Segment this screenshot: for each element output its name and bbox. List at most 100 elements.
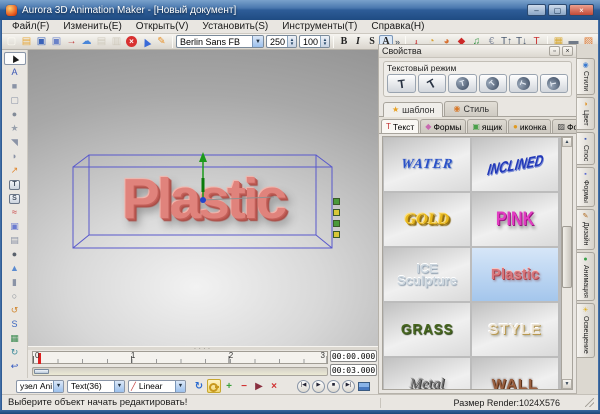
edit-pencil-button[interactable]: ✎ <box>154 35 169 49</box>
template-style[interactable]: STYLE <box>472 303 558 356</box>
selection-handle[interactable] <box>333 231 340 238</box>
object-select[interactable]: Text(36)▼ <box>67 380 125 393</box>
menubar-item-1[interactable]: Изменить(E) <box>56 21 128 32</box>
panel-close-button[interactable]: × <box>562 46 573 56</box>
timeline-scrollbar-thumb[interactable] <box>34 369 49 374</box>
text-mode-2-button[interactable]: T <box>418 74 447 93</box>
spinner-arrows-icon[interactable]: ▲ ▼ <box>320 36 329 47</box>
minimize-button[interactable]: – <box>527 4 546 16</box>
side-tab-design[interactable]: ✎Дизайн <box>577 209 595 250</box>
selection-handle[interactable] <box>333 198 340 205</box>
scrollbar-thumb[interactable] <box>562 226 572 288</box>
template-gold[interactable]: GOLD <box>384 193 470 246</box>
arrow-tool-button[interactable]: ↗ <box>4 164 26 177</box>
menubar-item-2[interactable]: Открыть(V) <box>129 21 196 32</box>
cube-tool-button[interactable]: ▣ <box>4 220 26 233</box>
rect-tool-button[interactable]: ■ <box>4 80 26 93</box>
undo-tool-button[interactable]: ↩ <box>4 360 26 373</box>
spinner-down-icon[interactable]: ▼ <box>323 42 327 46</box>
s-shape-tool-button[interactable]: S <box>4 318 26 331</box>
pie-tool-button[interactable]: ◗ <box>4 150 26 163</box>
template-ice[interactable]: ICE Sculpture <box>384 248 470 301</box>
bold-button[interactable]: B <box>337 35 351 48</box>
timeline-scrollbar[interactable] <box>32 367 328 376</box>
interpolation-select[interactable]: ╱Linear▼ <box>128 380 186 393</box>
viewport-canvas[interactable]: Plastic <box>28 50 378 346</box>
cone-tool-button[interactable]: ▲ <box>4 262 26 275</box>
scroll-down-icon[interactable]: ▼ <box>562 379 572 389</box>
selection-handle[interactable] <box>333 220 340 227</box>
new-document-button[interactable]: ▢ <box>4 35 19 49</box>
delete-button[interactable]: × <box>124 35 139 49</box>
first-frame-button[interactable]: |◀ <box>297 380 310 393</box>
export-button[interactable]: → <box>64 35 79 49</box>
spiral-tool-button[interactable]: ↺ <box>4 304 26 317</box>
tab-text[interactable]: TТекст <box>381 119 419 133</box>
side-tab-color[interactable]: ◑Цвет <box>577 97 595 130</box>
menubar-item-5[interactable]: Справка(H) <box>364 21 431 32</box>
side-tab-styles[interactable]: ◉Стили <box>577 58 595 95</box>
key-button[interactable] <box>207 379 221 393</box>
share-cloud-button[interactable]: ☁ <box>79 35 94 49</box>
keyframe-flag-button[interactable]: ▶ <box>252 379 266 393</box>
prism-tool-button[interactable]: ▮ <box>4 276 26 289</box>
tab-shapes[interactable]: ◆Формы <box>420 119 466 133</box>
render-image-button[interactable] <box>357 379 371 393</box>
freehand-tool-button[interactable]: ≈ <box>4 206 26 219</box>
image-tool-button[interactable]: ▦ <box>4 332 26 345</box>
side-tab-bevel[interactable]: ▪Спос <box>577 132 595 165</box>
tab-template[interactable]: ★шаблон <box>383 102 443 117</box>
tab-background[interactable]: ▨Фон <box>552 119 576 133</box>
last-frame-button[interactable]: ▶| <box>342 380 355 393</box>
delete-anim-button[interactable]: × <box>267 379 281 393</box>
open-button[interactable]: ▤ <box>19 35 34 49</box>
spinner-down-icon[interactable]: ▼ <box>290 42 294 46</box>
polygon-tool-button[interactable]: ◥ <box>4 136 26 149</box>
panel-float-button[interactable]: ▫ <box>549 46 560 56</box>
timeline-ruler[interactable]: 0123 <box>32 351 328 364</box>
selection-handle[interactable] <box>333 209 340 216</box>
scrollbar-track[interactable] <box>562 147 572 379</box>
template-grass[interactable]: GRASS <box>384 303 470 356</box>
side-tab-shapes[interactable]: ▪Формы <box>577 167 595 207</box>
side-tab-animation[interactable]: ●Анимация <box>577 252 595 302</box>
scroll-up-icon[interactable]: ▲ <box>562 137 572 147</box>
tab-style[interactable]: ◉Стиль <box>444 101 498 116</box>
dropdown-arrow-icon[interactable]: ▼ <box>252 36 263 47</box>
play-button[interactable]: ▶ <box>312 380 325 393</box>
depth-stepper[interactable]: 100 ▲ ▼ <box>299 35 330 48</box>
font-select[interactable]: Berlin Sans FB ▼ <box>176 35 264 48</box>
template-wall[interactable]: WALL <box>472 358 558 389</box>
text-mode-1-button[interactable]: T <box>387 74 416 93</box>
pointer-button[interactable]: ▶ <box>139 35 154 49</box>
node-select[interactable]: узел Ani▼ <box>16 380 64 393</box>
text-mode-5-button[interactable]: T <box>509 74 538 93</box>
sphere-tool-button[interactable]: ● <box>4 248 26 261</box>
text-mode-4-button[interactable]: T <box>479 74 508 93</box>
templates-scrollbar[interactable]: ▲ ▼ <box>561 137 572 389</box>
template-metal[interactable]: Metal <box>384 358 470 389</box>
tab-icon[interactable]: ●иконка <box>508 119 551 133</box>
rounded-rect-tool-button[interactable]: ▢ <box>4 94 26 107</box>
refresh-anim-button[interactable]: ↻ <box>192 379 206 393</box>
font-size-stepper[interactable]: 250 ▲ ▼ <box>266 35 297 48</box>
template-plastic[interactable]: Plastic <box>472 248 558 301</box>
tab-box[interactable]: ▣ящик <box>467 119 507 133</box>
template-water[interactable]: WATER <box>384 138 470 191</box>
text-mode-6-button[interactable]: T <box>540 74 569 93</box>
side-tab-lighting[interactable]: ☀Освещение <box>577 303 595 358</box>
shadow-button[interactable]: S <box>365 35 379 48</box>
save-all-button[interactable]: ▣ <box>49 35 64 49</box>
template-inclined[interactable]: INCLINED <box>472 138 558 191</box>
cylinder-tool-button[interactable]: ▤ <box>4 234 26 247</box>
template-pink[interactable]: PINK <box>472 193 558 246</box>
save-button[interactable]: ▣ <box>34 35 49 49</box>
menubar-item-3[interactable]: Установить(S) <box>195 21 275 32</box>
spinner-arrows-icon[interactable]: ▲ ▼ <box>287 36 296 47</box>
menubar-item-0[interactable]: Файл(F) <box>5 21 56 32</box>
paste-button[interactable]: ▥ <box>109 35 124 49</box>
resize-grip-icon[interactable] <box>585 398 594 407</box>
remove-key-button[interactable]: − <box>237 379 251 393</box>
text-mode-3-button[interactable]: T <box>448 74 477 93</box>
select-tool-button[interactable]: ▶ <box>4 52 26 65</box>
